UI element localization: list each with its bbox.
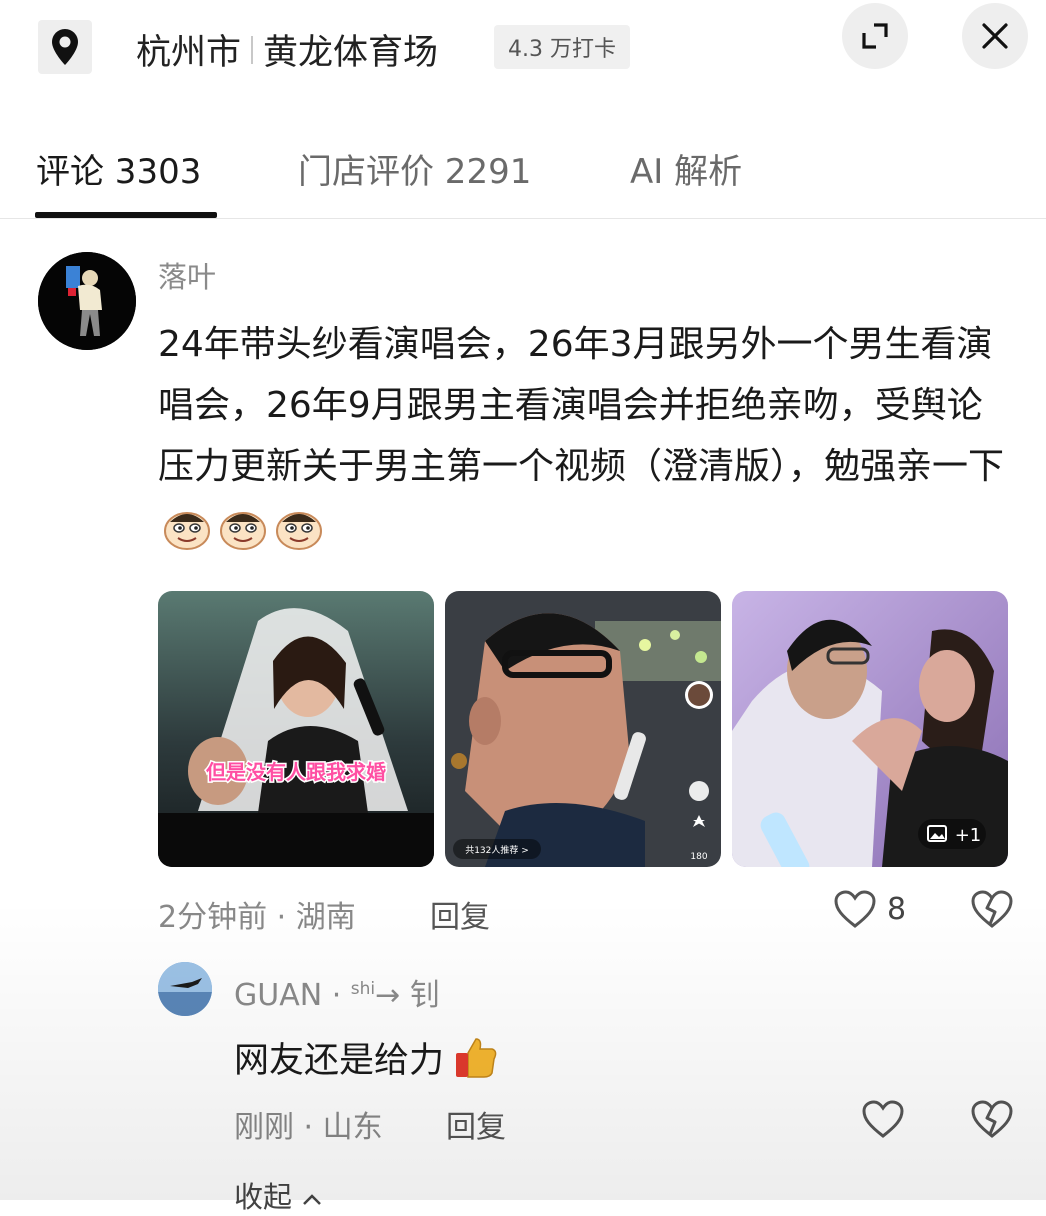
comment-text: 24年带头纱看演唱会，26年3月跟另外一个男生看演唱会，26年9月跟男主看演唱会… — [158, 324, 1005, 487]
more-images-count: +1 — [955, 825, 982, 846]
side-count: 180 — [690, 852, 707, 862]
city-name: 杭州市 — [136, 33, 242, 73]
close-icon — [982, 23, 1008, 49]
chevron-up-icon — [303, 1194, 322, 1205]
sub-reply-button[interactable]: 回复 — [446, 1102, 506, 1146]
sub-comment-user: GUAN — [234, 978, 323, 1013]
collapse-label: 收起 — [234, 1180, 293, 1214]
checkin-badge: 4.3 万打卡 — [494, 25, 630, 69]
sub-comment-username[interactable]: GUAN · shi→ 钊 — [234, 970, 440, 1014]
heart-icon — [834, 890, 876, 928]
like-button[interactable] — [834, 890, 876, 934]
close-button[interactable] — [962, 3, 1028, 69]
expand-button[interactable] — [842, 3, 908, 69]
broken-heart-icon — [971, 1100, 1013, 1138]
dislike-button[interactable] — [970, 890, 1014, 934]
tab-comments[interactable]: 评论 3303 — [36, 144, 201, 193]
image-caption: 但是没有人跟我求婚 — [206, 760, 386, 784]
thumbs-up-emoji-icon — [456, 1037, 497, 1078]
sub-comment-avatar[interactable] — [158, 962, 212, 1016]
sub-comment-time-location: 刚刚 · 山东 — [234, 1110, 383, 1145]
tabs-divider — [0, 218, 1046, 219]
comment-image-3[interactable]: +1 — [732, 591, 1008, 867]
comment-username[interactable]: 落叶 — [158, 254, 216, 296]
username-dot: · — [322, 978, 351, 1013]
location-title[interactable]: 杭州市 黄龙体育场 — [136, 24, 438, 75]
comment-image-2[interactable]: 180 共132人推荐 > — [445, 591, 721, 867]
heart-icon — [862, 1100, 904, 1138]
avatar[interactable] — [38, 252, 136, 350]
location-pin-icon — [38, 20, 92, 74]
bottom-shade — [0, 900, 1046, 1200]
like-count: 8 — [887, 892, 907, 927]
place-name: 黄龙体育场 — [263, 33, 439, 73]
recommend-caption: 共132人推荐 > — [465, 844, 529, 856]
comment-body: 24年带头纱看演唱会，26年3月跟另外一个男生看演唱会，26年9月跟男主看演唱会… — [158, 314, 1018, 558]
collapse-button[interactable]: 收起 — [234, 1174, 323, 1216]
comment-time-location: 2分钟前 · 湖南 — [158, 900, 356, 935]
sub-comment-user-sup: shi — [350, 979, 376, 999]
sub-dislike-button[interactable] — [970, 1100, 1014, 1144]
sub-comment-user-suffix: → 钊 — [375, 978, 440, 1013]
broken-heart-icon — [971, 890, 1013, 928]
emoji-group — [162, 508, 324, 550]
sub-comment-text: 网友还是给力 — [234, 1041, 445, 1081]
sub-comment-body: 网友还是给力 — [234, 1032, 500, 1083]
sub-like-button[interactable] — [862, 1100, 904, 1144]
smirk-emoji-icon — [164, 512, 210, 550]
reply-button[interactable]: 回复 — [430, 892, 490, 936]
comment-image-1[interactable]: 但是没有人跟我求婚 — [158, 591, 434, 867]
title-separator — [251, 35, 254, 64]
tab-ai-analysis[interactable]: AI 解析 — [630, 144, 742, 193]
expand-icon — [862, 23, 888, 49]
smirk-emoji-icon — [276, 512, 322, 550]
smirk-emoji-icon — [220, 512, 266, 550]
tab-store-reviews[interactable]: 门店评价 2291 — [298, 144, 531, 193]
